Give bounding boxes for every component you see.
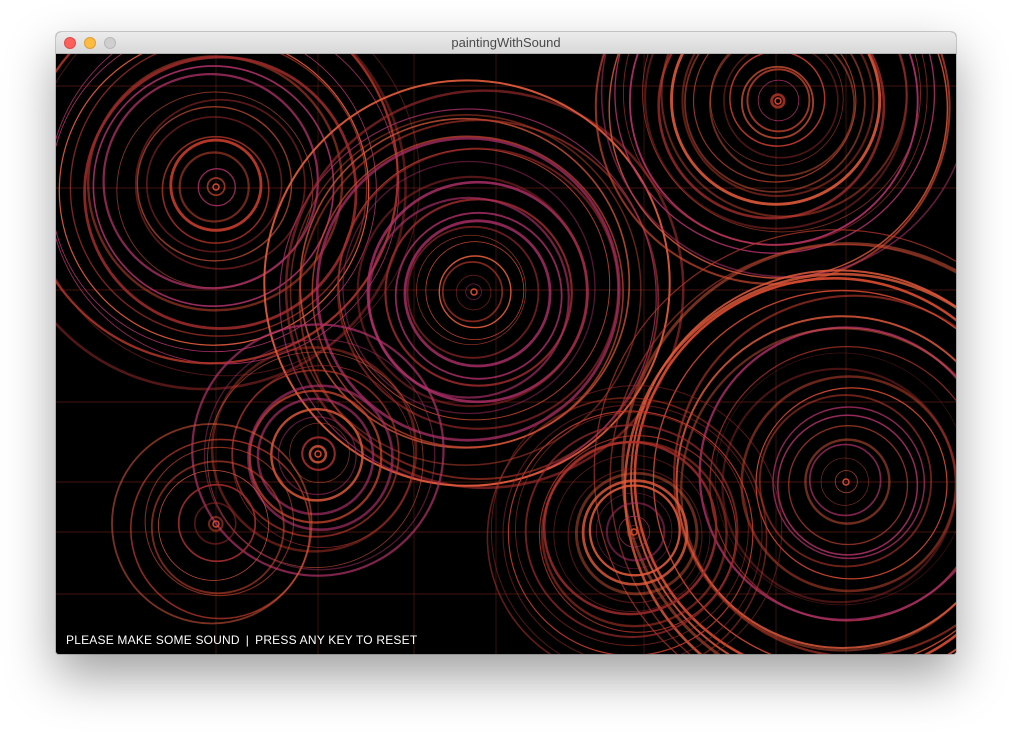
sound-ring [746, 68, 811, 133]
status-separator: | [245, 633, 250, 647]
sound-ring [740, 65, 815, 139]
sound-canvas[interactable]: PLEASE MAKE SOME SOUND | PRESS ANY KEY TO … [56, 54, 956, 654]
sound-ring [406, 225, 540, 359]
sound-ring [301, 436, 336, 471]
sound-ring [178, 151, 250, 223]
status-prompt: PLEASE MAKE SOME SOUND [66, 633, 240, 647]
sound-ring [681, 54, 875, 198]
status-reset-hint: PRESS ANY KEY TO RESET [255, 633, 418, 647]
sound-ring [465, 283, 482, 301]
sound-ring [144, 446, 295, 597]
sound-ring [755, 387, 948, 580]
sound-ring [455, 274, 492, 311]
sound-ring [441, 261, 504, 323]
ring-artwork [56, 54, 956, 654]
sound-ring [770, 93, 786, 109]
sound-ring [438, 255, 512, 329]
sound-ring [394, 211, 563, 380]
sound-ring [808, 443, 882, 517]
status-bar: PLEASE MAKE SOME SOUND | PRESS ANY KEY TO … [66, 633, 417, 647]
sound-ring [197, 168, 236, 207]
sound-ring [207, 351, 424, 569]
sound-ring [758, 394, 933, 568]
sound-ring [203, 338, 436, 571]
sound-ring [804, 438, 891, 525]
sound-ring [247, 384, 394, 531]
app-window: paintingWithSound PLEASE MAKE SOME SOUND… [56, 32, 956, 654]
window-title: paintingWithSound [451, 35, 561, 50]
title-bar[interactable]: paintingWithSound [56, 32, 956, 54]
